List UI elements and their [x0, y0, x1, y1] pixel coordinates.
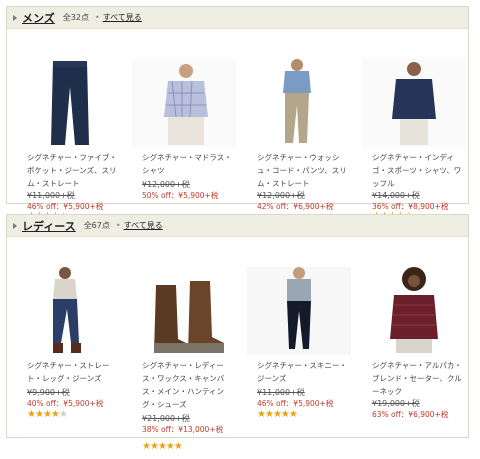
section-title[interactable]: メンズ	[22, 10, 55, 26]
product-name[interactable]: シグネチャー・アルパカ・ブレンド・セーター、クルーネック	[372, 359, 464, 398]
mens-section: メンズ 全32点 • すべて見る シグネチャー・ファイブ・ポケット・ジーンズ、ス…	[6, 6, 469, 222]
original-price: ¥11,000+税	[27, 191, 75, 200]
star-icon: ★	[272, 409, 282, 420]
triangle-icon	[13, 14, 17, 21]
original-price: ¥19,000+税	[372, 399, 420, 408]
product-image[interactable]	[247, 265, 351, 357]
bullet-icon: •	[94, 13, 100, 22]
product-image[interactable]	[132, 265, 236, 357]
sale-price: 42% off：¥6,900+税	[257, 202, 334, 211]
sale-price: 63% off：¥6,900+税	[372, 410, 449, 419]
star-icon: ★	[27, 409, 36, 420]
star-icon: ★	[34, 409, 44, 420]
product-name[interactable]: シグネチャー・インディゴ・スポーツ・シャツ、ワッフル	[372, 151, 464, 190]
triangle-icon	[13, 222, 17, 229]
product-image[interactable]	[17, 265, 121, 357]
star-icon: ★	[50, 409, 60, 420]
product-name[interactable]: シグネチャー・ウォッシュ・コード・パンツ、スリム・ストレート	[257, 151, 349, 190]
original-price: ¥9,900+税	[27, 388, 70, 397]
original-price: ¥14,000+税	[372, 191, 420, 200]
original-price: ¥12,000+税	[142, 180, 190, 189]
see-all-link[interactable]: すべて見る	[103, 12, 142, 23]
product-image[interactable]	[362, 57, 466, 149]
star-icon: ★	[288, 409, 298, 420]
product-image[interactable]	[247, 57, 351, 149]
product-name[interactable]: シグネチャー・ファイブ・ポケット・ジーンズ、スリム・ストレート	[27, 151, 119, 190]
product-image[interactable]	[17, 57, 121, 149]
sale-price: 46% off：¥5,900+税	[257, 399, 334, 408]
sale-price: 38% off：¥13,000+税	[142, 425, 224, 434]
see-all-link[interactable]: すべて見る	[124, 220, 163, 231]
original-price: ¥12,000+税	[257, 191, 305, 200]
star-rating: ★★★★★	[257, 409, 298, 420]
section-title[interactable]: レディース	[22, 218, 76, 234]
product-name[interactable]: シグネチャー・マドラス・シャツ	[142, 151, 234, 177]
product-image[interactable]	[132, 57, 236, 149]
sale-price: 50% off：¥5,900+税	[142, 191, 219, 200]
star-icon: ★	[58, 409, 68, 420]
star-icon: ★	[257, 409, 266, 420]
star-icon: ★	[280, 409, 290, 420]
womens-section: レディース 全67点 • すべて見る シグネチャー・ストレート・レッグ・ジーンズ…	[6, 214, 469, 452]
star-icon: ★	[42, 409, 52, 420]
bullet-icon: •	[115, 221, 121, 230]
section-header: レディース 全67点 • すべて見る	[7, 215, 468, 237]
product-name[interactable]: シグネチャー・ストレート・レッグ・ジーンズ	[27, 359, 119, 385]
product-image[interactable]	[362, 265, 466, 357]
original-price: ¥11,000+税	[257, 388, 305, 397]
product-name[interactable]: シグネチャー・レディース・ワックス・キャンバス・メイン・ハンティング・シューズ	[142, 359, 234, 411]
product-grid: シグネチャー・ストレート・レッグ・ジーンズ ¥9,900+税 40% off：¥…	[7, 237, 468, 459]
star-icon: ★	[264, 409, 274, 420]
original-price: ¥21,000+税	[142, 414, 190, 423]
product-name[interactable]: シグネチャー・スキニー・ジーンズ	[257, 359, 349, 385]
sale-price: 40% off：¥5,900+税	[27, 399, 104, 408]
section-header: メンズ 全32点 • すべて見る	[7, 7, 468, 29]
product-grid: シグネチャー・ファイブ・ポケット・ジーンズ、スリム・ストレート ¥11,000+…	[7, 29, 468, 225]
item-count: 全67点	[83, 221, 110, 230]
item-count: 全32点	[62, 13, 89, 22]
star-rating: ★★★★★	[27, 409, 68, 420]
